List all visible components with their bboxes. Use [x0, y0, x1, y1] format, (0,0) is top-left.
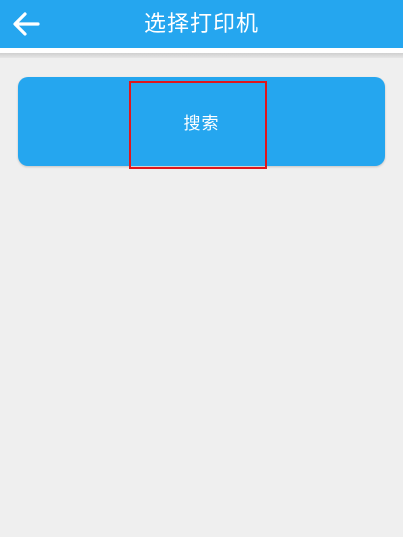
arrow-left-icon [13, 12, 40, 36]
search-button[interactable]: 搜索 [18, 77, 385, 166]
back-button[interactable] [0, 0, 52, 48]
app-bar: 选择打印机 [0, 0, 403, 48]
main-content: 搜索 [0, 58, 403, 537]
page-title: 选择打印机 [143, 12, 259, 37]
search-button-label: 搜索 [183, 114, 220, 134]
